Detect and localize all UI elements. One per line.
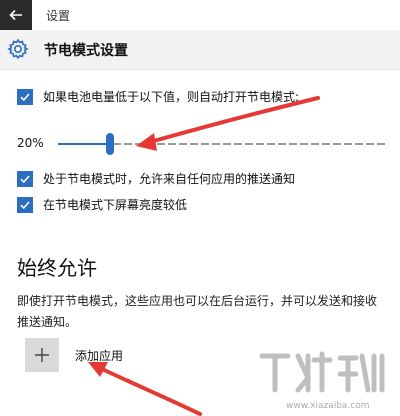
page-header: 节电模式设置 — [0, 30, 400, 70]
window-title: 设置 — [46, 9, 71, 23]
threshold-slider[interactable] — [58, 130, 388, 158]
always-allow-description: 即使打开节电模式，这些应用也可以在后台运行，并可以发送和接收推送通知。 — [17, 294, 378, 329]
back-button[interactable] — [0, 0, 32, 30]
add-app-button[interactable] — [25, 338, 59, 372]
back-arrow-icon — [9, 9, 22, 21]
checkmark-icon — [20, 200, 30, 209]
lower-brightness-checkbox[interactable] — [17, 196, 33, 213]
checkmark-icon — [20, 174, 30, 183]
gear-icon — [7, 38, 29, 60]
allow-push-checkbox[interactable] — [17, 170, 33, 187]
add-app-row[interactable]: 添加应用 — [25, 338, 123, 372]
watermark-logo: www.xiazaiba.com — [259, 351, 385, 411]
svg-text:www.xiazaiba.com: www.xiazaiba.com — [286, 401, 370, 411]
allow-push-label: 处于节电模式时，允许来自任何应用的推送通知 — [43, 172, 296, 186]
allow-push-row[interactable]: 处于节电模式时，允许来自任何应用的推送通知 — [17, 170, 295, 187]
always-allow-heading: 始终允许 — [17, 256, 97, 280]
auto-enable-label: 如果电池电量低于以下值，则自动打开节电模式: — [43, 90, 300, 104]
lower-brightness-label: 在节电模式下屏幕亮度较低 — [43, 198, 188, 212]
auto-enable-row[interactable]: 如果电池电量低于以下值，则自动打开节电模式: — [17, 88, 299, 105]
lower-brightness-row[interactable]: 在节电模式下屏幕亮度较低 — [17, 196, 187, 213]
slider-thumb[interactable] — [106, 133, 114, 155]
plus-icon — [35, 348, 49, 362]
page-title: 节电模式设置 — [44, 43, 128, 59]
auto-enable-checkbox[interactable] — [17, 88, 33, 105]
add-app-label: 添加应用 — [75, 348, 124, 363]
slider-fill — [58, 143, 110, 145]
threshold-value: 20% — [17, 136, 44, 150]
checkmark-icon — [20, 92, 30, 101]
title-bar: 设置 — [0, 0, 400, 30]
